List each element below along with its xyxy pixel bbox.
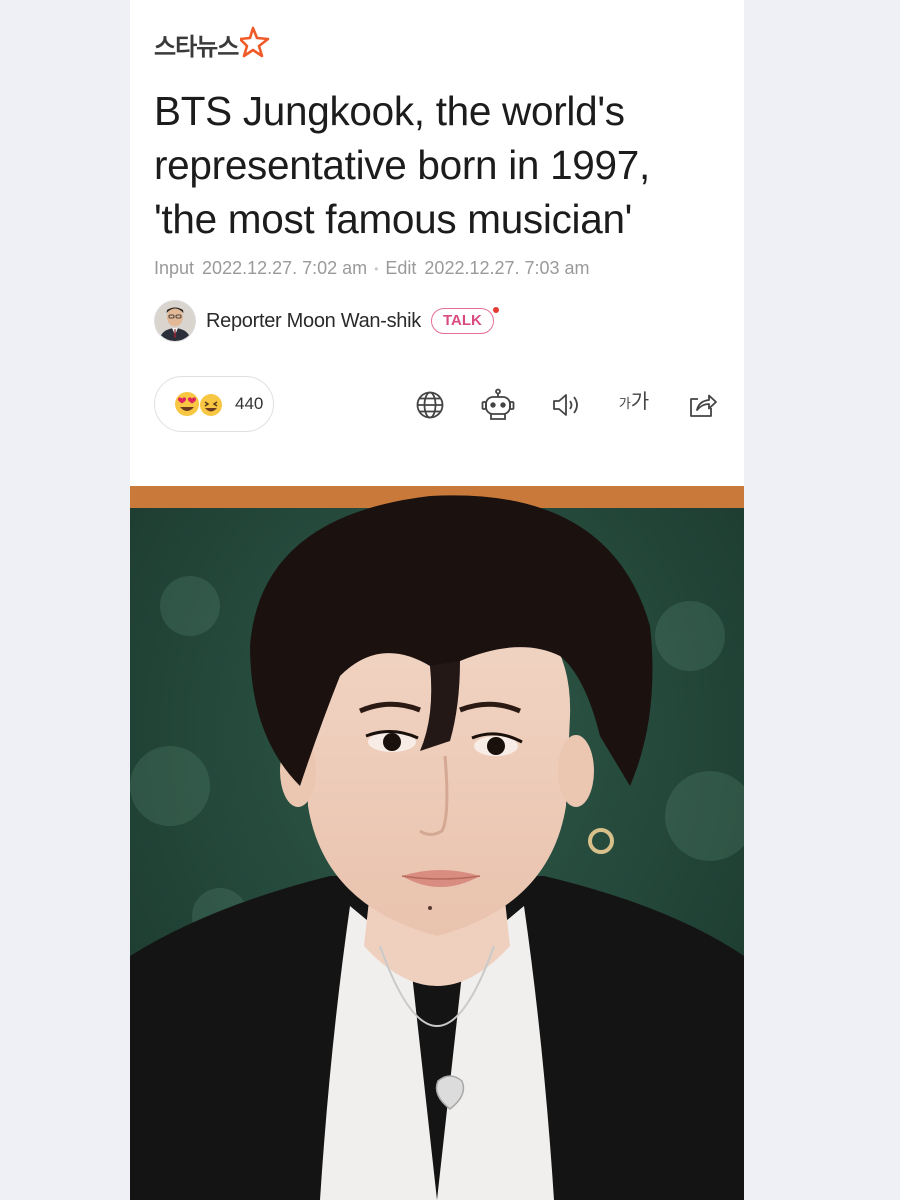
headline-line: BTS Jungkook, the world's bbox=[154, 88, 625, 134]
translate-button[interactable] bbox=[412, 385, 448, 425]
article-headline: BTS Jungkook, the world's representative… bbox=[154, 84, 724, 246]
edit-label: Edit bbox=[385, 258, 417, 278]
star-logo-icon bbox=[239, 26, 270, 63]
ai-summary-button[interactable] bbox=[480, 385, 516, 425]
article-photo bbox=[130, 486, 744, 1200]
font-size-button[interactable]: 가 가 bbox=[616, 385, 652, 425]
reaction-count: 440 bbox=[235, 394, 264, 413]
talk-badge[interactable]: TALK bbox=[430, 307, 499, 334]
heart-eyes-emoji bbox=[175, 392, 222, 416]
talk-label: TALK bbox=[442, 312, 482, 329]
robot-icon bbox=[481, 388, 515, 420]
input-time: 2022.12.27. 7:02 am bbox=[202, 258, 368, 278]
publisher-logo[interactable]: 스타뉴스 bbox=[154, 26, 270, 63]
dot-separator: • bbox=[374, 261, 379, 276]
article-dates: Input 2022.12.27. 7:02 am • Edit 2022.12… bbox=[154, 258, 590, 279]
globe-icon bbox=[416, 391, 444, 419]
edit-time: 2022.12.27. 7:03 am bbox=[424, 258, 590, 278]
read-aloud-button[interactable] bbox=[548, 385, 584, 425]
input-label: Input bbox=[154, 258, 195, 278]
speaker-icon bbox=[553, 394, 578, 416]
publisher-name: 스타뉴스 bbox=[154, 33, 239, 61]
font-size-icon-large: 가 bbox=[630, 389, 650, 413]
portrait-image bbox=[130, 486, 744, 1200]
notification-dot bbox=[492, 307, 499, 313]
article-toolbar: 가 가 bbox=[412, 385, 720, 425]
reaction-emojis bbox=[173, 390, 227, 418]
headline-line: representative born in 1997, bbox=[154, 142, 650, 188]
reporter-name[interactable]: Reporter Moon Wan-shik bbox=[206, 310, 421, 333]
article-page: 스타뉴스 BTS Jungkook, the world's represent… bbox=[130, 0, 744, 1200]
share-button[interactable] bbox=[684, 385, 720, 425]
font-size-icon: 가 bbox=[618, 397, 631, 412]
share-icon bbox=[690, 394, 717, 417]
reporter-byline[interactable]: Reporter Moon Wan-shik TALK bbox=[154, 300, 499, 342]
reaction-button[interactable]: 440 bbox=[154, 376, 274, 432]
reporter-avatar[interactable] bbox=[154, 300, 196, 342]
headline-line: 'the most famous musician' bbox=[154, 196, 633, 242]
